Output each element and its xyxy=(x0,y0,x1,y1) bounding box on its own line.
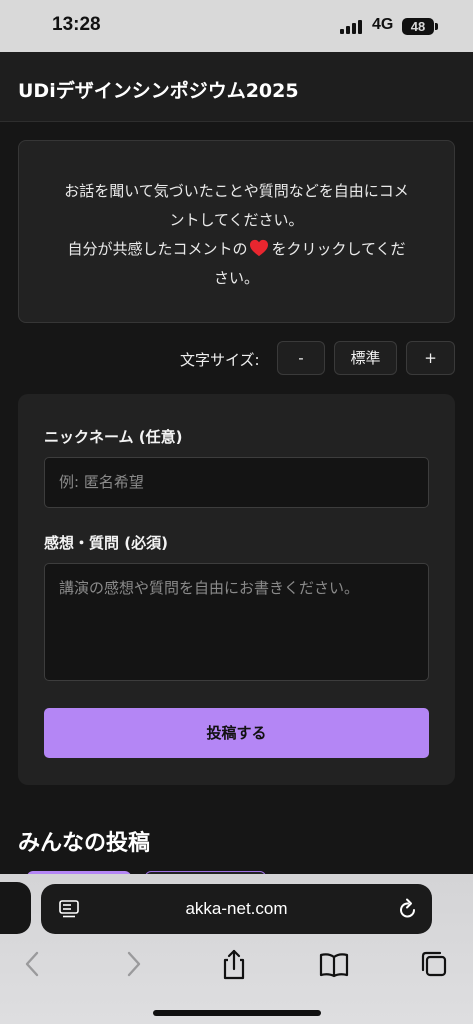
intro-card: お話を聞いて気づいたことや質問などを自由にコメ ントしてください。 自分が共感し… xyxy=(18,140,455,323)
site-header: UDiデザインシンポジウム2025 xyxy=(0,52,473,122)
address-bar[interactable]: akka-net.com xyxy=(41,884,432,934)
browser-toolbar: akka-net.com xyxy=(0,874,473,1024)
font-size-label: 文字サイズ: xyxy=(180,351,260,369)
intro-line-3-before: 自分が共感したコメントの xyxy=(67,240,248,258)
comment-placeholder: 講演の感想や質問を自由にお書きください。 xyxy=(59,579,360,597)
network-type: 4G xyxy=(372,16,394,33)
forward-icon[interactable] xyxy=(114,948,154,980)
font-size-standard-button[interactable]: 標準 xyxy=(334,341,397,375)
home-indicator xyxy=(153,1010,321,1016)
url-text: akka-net.com xyxy=(185,899,288,918)
comment-textarea[interactable]: 講演の感想や質問を自由にお書きください。 xyxy=(44,563,429,681)
back-icon[interactable] xyxy=(12,948,52,980)
intro-line-3-after: をクリックしてくだ xyxy=(271,240,406,258)
bookmarks-icon[interactable] xyxy=(314,948,354,980)
intro-line-4: さい。 xyxy=(213,269,259,287)
intro-line-2: ントしてください。 xyxy=(169,211,304,229)
nickname-placeholder: 例: 匿名希望 xyxy=(59,473,144,491)
battery-level: 48 xyxy=(410,19,426,34)
post-form: ニックネーム (任意) 例: 匿名希望 感想・質問 (必須) 講演の感想や質問を… xyxy=(18,394,455,785)
battery-tip xyxy=(435,23,438,30)
intro-line-1: お話を聞いて気づいたことや質問などを自由にコメ xyxy=(64,182,409,200)
reload-icon[interactable] xyxy=(398,898,418,920)
font-size-decrease-button[interactable]: - xyxy=(277,341,325,375)
comment-label: 感想・質問 (必須) xyxy=(44,534,168,552)
share-icon[interactable] xyxy=(214,948,254,980)
nickname-input[interactable]: 例: 匿名希望 xyxy=(44,457,429,508)
status-bar: 13:28 4G 48 xyxy=(0,0,473,52)
intro-line-3: 自分が共感したコメントの をクリックしてくだ xyxy=(43,235,430,264)
previous-tab-pill[interactable] xyxy=(0,882,31,934)
submit-button[interactable]: 投稿する xyxy=(44,708,429,758)
heart-icon xyxy=(250,239,269,257)
font-size-increase-button[interactable]: + xyxy=(406,341,455,375)
signal-icon xyxy=(340,20,364,34)
site-title: UDiデザインシンポジウム2025 xyxy=(18,80,299,102)
nickname-label: ニックネーム (任意) xyxy=(44,428,183,446)
tabs-icon[interactable] xyxy=(414,948,454,980)
battery-icon: 48 xyxy=(402,18,434,35)
status-time: 13:28 xyxy=(52,14,101,35)
posts-heading: みんなの投稿 xyxy=(18,831,151,856)
